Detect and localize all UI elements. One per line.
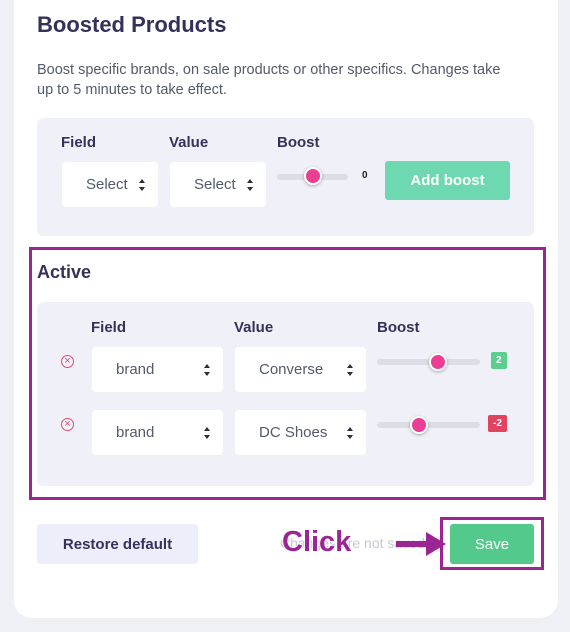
field-label: Field [61, 134, 97, 151]
click-callout: Click [281, 525, 352, 558]
restore-default-button[interactable]: Restore default [37, 524, 198, 564]
row-boost-slider-handle[interactable] [429, 353, 447, 371]
row-boost-slider-handle[interactable] [410, 416, 428, 434]
active-title: Active [37, 262, 92, 282]
row-field-select[interactable]: brand [92, 410, 223, 455]
new-field-select[interactable]: Select field [62, 162, 158, 207]
page-title: Boosted Products [37, 12, 227, 37]
up-down-caret-icon [204, 426, 211, 439]
boost-label: Boost [277, 134, 320, 151]
up-down-caret-icon [139, 178, 146, 191]
remove-boost-icon[interactable]: × [61, 418, 74, 431]
active-value-label: Value [234, 319, 274, 336]
new-value-select-text: Select value [194, 176, 238, 193]
value-label: Value [169, 134, 209, 151]
row-value-text: Converse [259, 361, 324, 378]
add-boost-button[interactable]: Add boost [385, 161, 510, 200]
new-value-select[interactable]: Select value [170, 162, 266, 207]
boost-badge: -2 [488, 415, 507, 432]
boost-badge: 2 [491, 352, 507, 369]
new-field-select-text: Select field [86, 176, 130, 193]
row-value-select[interactable]: Converse [235, 347, 366, 392]
up-down-caret-icon [347, 426, 354, 439]
row-field-select[interactable]: brand [92, 347, 223, 392]
save-button[interactable]: Save [450, 524, 534, 564]
section-description: Boost specific brands, on sale products … [37, 62, 501, 98]
arrow-right-icon [396, 532, 446, 556]
row-field-text: brand [116, 424, 155, 441]
up-down-caret-icon [204, 363, 211, 376]
up-down-caret-icon [347, 363, 354, 376]
remove-boost-icon[interactable]: × [61, 355, 74, 368]
row-value-text: DC Shoes [259, 424, 328, 441]
new-boost-slider-handle[interactable] [304, 167, 322, 185]
active-field-label: Field [91, 319, 127, 336]
row-value-select[interactable]: DC Shoes [235, 410, 366, 455]
new-boost-value: 0 [362, 170, 368, 181]
row-boost-slider-track[interactable] [377, 422, 480, 428]
up-down-caret-icon [247, 178, 254, 191]
active-boost-label: Boost [377, 319, 420, 336]
row-field-text: brand [116, 361, 155, 378]
